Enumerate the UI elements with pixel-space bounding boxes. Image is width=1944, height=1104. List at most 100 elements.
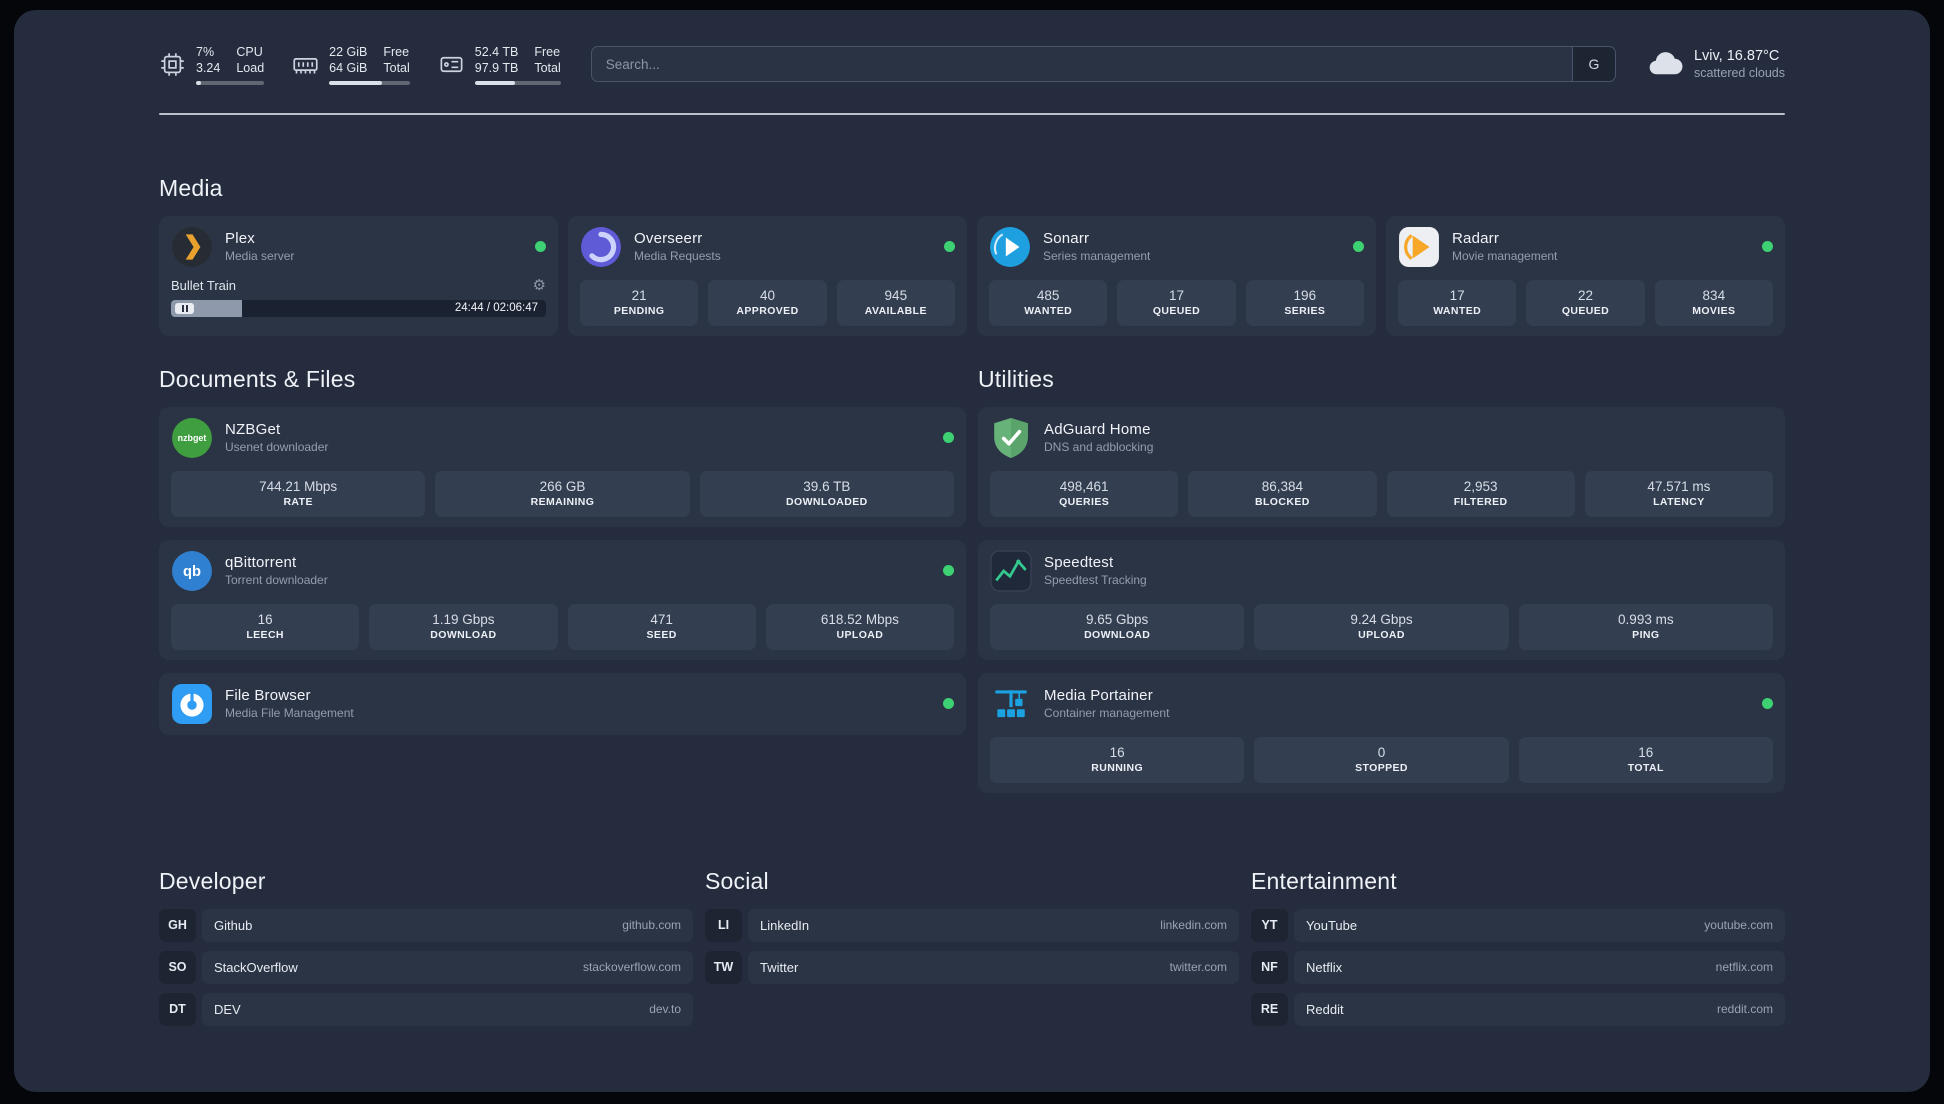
service-title: File Browser (225, 687, 311, 704)
bookmark-abbr: SO (159, 950, 196, 984)
section-title-developer: Developer (159, 867, 266, 894)
service-title: Radarr (1452, 230, 1500, 247)
overseerr-icon (580, 226, 622, 268)
service-subtitle: Media server (225, 249, 295, 263)
stat-approved: 40 APPROVED (708, 279, 827, 326)
bookmark-name: LinkedIn (760, 917, 810, 933)
stat-upload: 618.52 Mbps UPLOAD (765, 603, 954, 650)
bookmark-name: Github (214, 917, 253, 933)
bookmark-group-social: Social LI LinkedIn linkedin.com TW Twitt… (705, 868, 1239, 993)
adguard-icon (990, 417, 1032, 459)
cpu-progress-bar (196, 80, 265, 85)
speedtest-icon (990, 550, 1032, 592)
service-title: Sonarr (1043, 230, 1090, 247)
stat-available: 945 AVAILABLE (836, 279, 955, 326)
service-card-qbittorrent[interactable]: qb qBittorrent Torrent downloader 16 LEEC… (159, 539, 966, 660)
gear-icon[interactable]: ⚙ (533, 278, 546, 293)
svg-text:nzbget: nzbget (178, 433, 207, 443)
cpu-load-value: 3.24 (196, 61, 221, 76)
bookmark-twitter[interactable]: TW Twitter twitter.com (705, 950, 1239, 984)
bookmark-url: dev.to (649, 1002, 681, 1016)
bookmark-dev[interactable]: DT DEV dev.to (159, 992, 693, 1026)
search-provider-button[interactable]: G (1571, 46, 1616, 83)
bookmark-abbr: TW (705, 950, 742, 984)
stat-queries: 498,461 QUERIES (990, 470, 1179, 517)
qbittorrent-icon: qb (171, 550, 213, 592)
bookmark-name: YouTube (1306, 917, 1358, 933)
service-card-speedtest[interactable]: Speedtest Speedtest Tracking 9.65 Gbps DO… (978, 539, 1785, 660)
service-card-overseerr[interactable]: Overseerr Media Requests 21 PENDING 40 APP… (568, 215, 967, 336)
bookmark-url: github.com (622, 918, 681, 932)
bookmark-github[interactable]: GH Github github.com (159, 908, 693, 942)
bookmark-netflix[interactable]: NF Netflix netflix.com (1251, 950, 1785, 984)
service-card-radarr[interactable]: Radarr Movie management 17 WANTED 22 QUEUE… (1386, 215, 1785, 336)
bookmark-name: Reddit (1306, 1001, 1344, 1017)
weather-condition: scattered clouds (1693, 66, 1785, 81)
stat-series: 196 SERIES (1245, 279, 1364, 326)
bookmark-group-developer: Developer GH Github github.com SO StackO… (159, 868, 693, 1035)
memory-total-label: Total (383, 61, 410, 76)
search-bar: G (590, 46, 1616, 83)
service-title: qBittorrent (225, 554, 297, 571)
stat-wanted: 17 WANTED (1398, 279, 1517, 326)
playback-progress-bar: 24:44 / 02:06:47 (171, 299, 546, 317)
bookmark-name: Twitter (760, 959, 799, 975)
cpu-usage-label: CPU (236, 45, 263, 59)
stat-seed: 471 SEED (567, 603, 756, 650)
bookmark-linkedin[interactable]: LI LinkedIn linkedin.com (705, 908, 1239, 942)
status-dot (944, 241, 955, 252)
disk-total-label: Total (534, 61, 561, 76)
stat-remaining: 266 GB REMAINING (435, 470, 690, 517)
bookmark-youtube[interactable]: YT YouTube youtube.com (1251, 908, 1785, 942)
section-documents: Documents & Files nzbget NZBGet Usenet d… (159, 366, 966, 748)
bookmark-stackoverflow[interactable]: SO StackOverflow stackoverflow.com (159, 950, 693, 984)
dashboard: 7% 3.24 CPU Load 22 GiB 64 GiB Free Tota… (14, 10, 1930, 1092)
service-card-portainer[interactable]: Media Portainer Container management 16 R… (978, 672, 1785, 793)
now-playing-title: Bullet Train (171, 277, 237, 293)
bookmark-url: stackoverflow.com (582, 960, 681, 974)
nzbget-icon: nzbget (171, 417, 213, 459)
memory-progress-bar (329, 80, 410, 85)
service-title: Overseerr (634, 230, 703, 247)
stat-upload: 9.24 Gbps UPLOAD (1254, 603, 1509, 650)
service-card-sonarr[interactable]: Sonarr Series management 485 WANTED 17 QUE… (977, 215, 1376, 336)
status-dot (1762, 698, 1773, 709)
topbar-divider (159, 112, 1785, 115)
service-title: NZBGet (225, 421, 281, 438)
service-subtitle: Media Requests (634, 249, 721, 263)
stat-latency: 47.571 ms LATENCY (1584, 470, 1773, 517)
status-dot (1762, 241, 1773, 252)
service-card-nzbget[interactable]: nzbget NZBGet Usenet downloader 744.21 M… (159, 406, 966, 527)
stat-total: 16 TOTAL (1518, 736, 1773, 783)
service-subtitle: Usenet downloader (225, 440, 329, 454)
bookmark-reddit[interactable]: RE Reddit reddit.com (1251, 992, 1785, 1026)
service-card-adguard[interactable]: AdGuard Home DNS and adblocking 498,461 Q… (978, 406, 1785, 527)
service-card-plex[interactable]: Plex Media server Bullet Train ⚙ 24:44 /… (159, 215, 558, 336)
memory-free-label: Free (383, 45, 410, 59)
search-input[interactable] (590, 46, 1572, 83)
stat-running: 16 RUNNING (990, 736, 1245, 783)
stat-download: 9.65 Gbps DOWNLOAD (990, 603, 1245, 650)
service-card-filebrowser[interactable]: File Browser Media File Management (159, 672, 966, 735)
section-title-utilities: Utilities (978, 365, 1054, 392)
bookmark-abbr: DT (159, 992, 196, 1026)
bookmark-name: StackOverflow (214, 959, 298, 975)
bookmark-name: DEV (214, 1001, 241, 1017)
status-dot (943, 698, 954, 709)
filebrowser-icon (171, 683, 213, 725)
cloud-icon (1646, 45, 1684, 83)
plex-now-playing: Bullet Train ⚙ 24:44 / 02:06:47 (171, 278, 546, 317)
disk-free-value: 52.4 TB (474, 45, 519, 59)
memory-icon (292, 51, 319, 78)
bookmark-url: netflix.com (1715, 960, 1773, 974)
memory-total-value: 64 GiB (329, 61, 368, 76)
service-subtitle: Speedtest Tracking (1044, 573, 1147, 587)
section-title-social: Social (705, 867, 769, 894)
service-subtitle: Movie management (1452, 249, 1558, 263)
cpu-icon (159, 51, 186, 78)
cpu-usage-value: 7% (196, 45, 215, 59)
status-dot (943, 432, 954, 443)
weather-widget[interactable]: Lviv, 16.87°C scattered clouds (1646, 45, 1785, 83)
stat-downloaded: 39.6 TB DOWNLOADED (699, 470, 954, 517)
pause-icon[interactable] (175, 302, 194, 314)
